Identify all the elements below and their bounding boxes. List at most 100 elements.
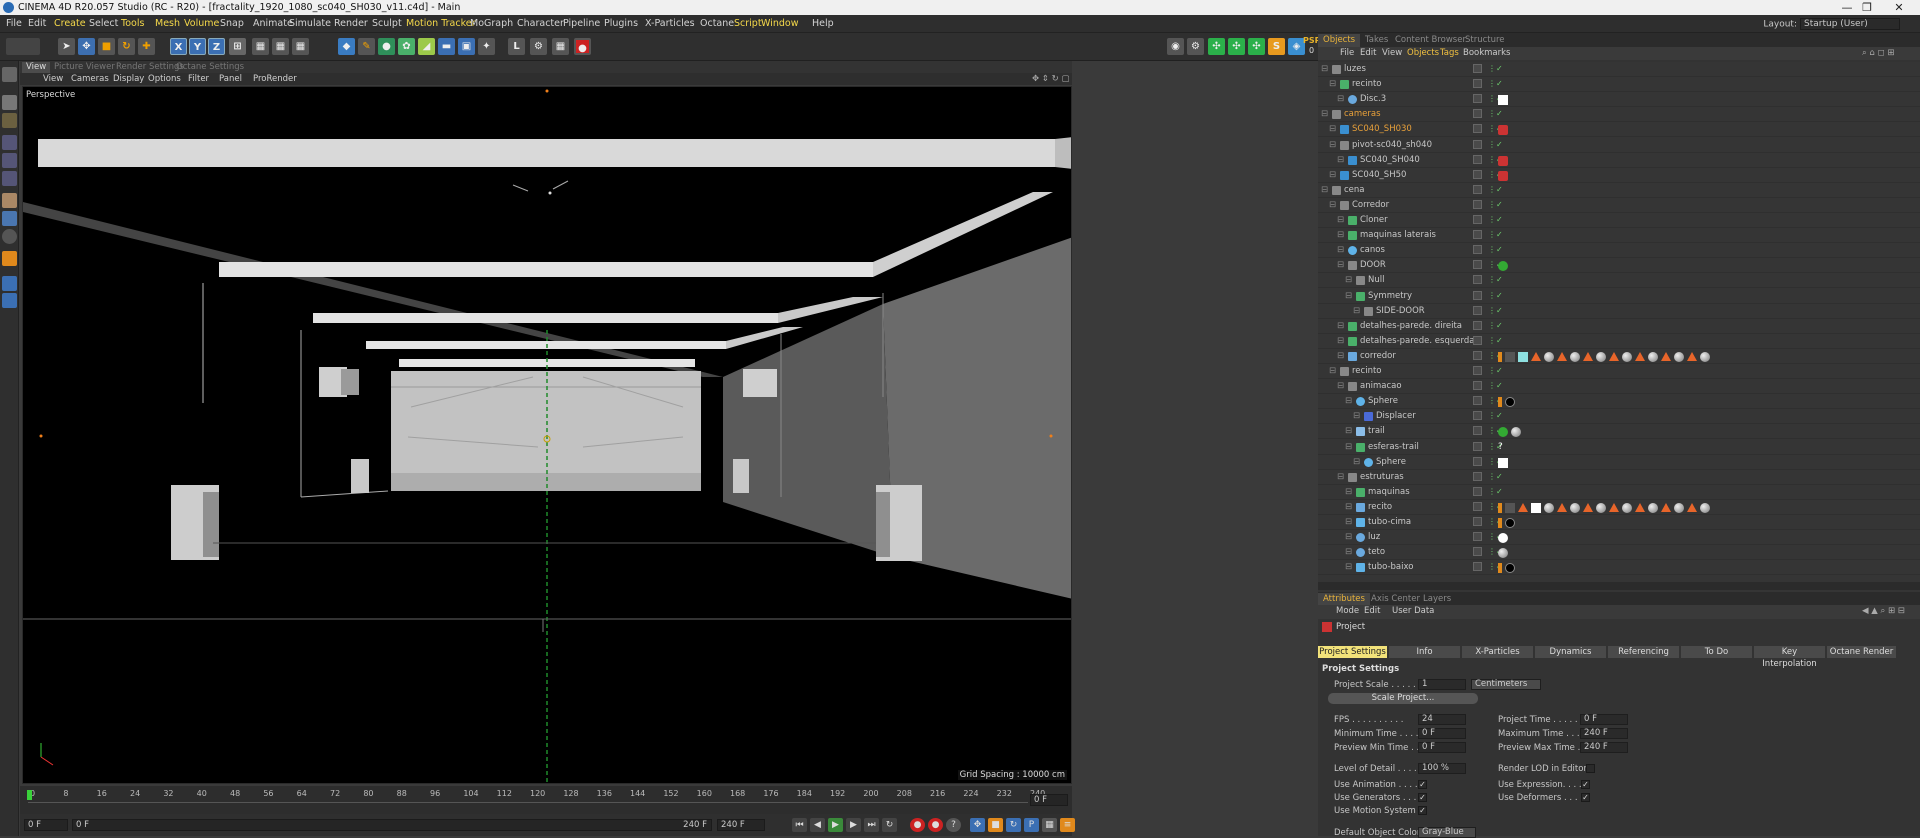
object-row[interactable]: ⊟ Sphere ⋮✓ — [1318, 455, 1920, 470]
recent-tool-icon[interactable]: ✚ — [138, 38, 155, 55]
object-name[interactable]: recinto — [1352, 366, 1382, 376]
ptab-project-settings[interactable]: Project Settings — [1318, 646, 1388, 658]
layout-selector[interactable]: Layout: Startup (User) — [1763, 18, 1900, 30]
octane-render-icon[interactable]: ● — [574, 38, 591, 55]
level-of-detail-field[interactable]: 100 % — [1418, 763, 1466, 774]
menu-edit[interactable]: Edit — [28, 18, 46, 29]
snap-enable-icon[interactable] — [2, 211, 17, 226]
object-name[interactable]: detalhes-parede. direita — [1360, 321, 1462, 331]
phong-tag-icon[interactable] — [1498, 351, 1502, 362]
object-name[interactable]: esferas-trail — [1368, 442, 1419, 452]
object-name[interactable]: Disc.3 — [1360, 94, 1386, 104]
texture-tag-icon[interactable] — [1635, 502, 1645, 512]
menu-character[interactable]: Character — [517, 18, 564, 29]
object-row[interactable]: ⊟ SC040_SH040 ⋮✓ — [1318, 153, 1920, 168]
menu-script[interactable]: Script — [734, 18, 762, 29]
menu-mograph[interactable]: MoGraph — [470, 18, 513, 29]
render-lod-checkbox[interactable] — [1586, 764, 1595, 773]
visibility-toggle-icon[interactable]: ⋮✓ — [1488, 291, 1503, 300]
tags-area[interactable] — [1498, 95, 1511, 106]
expand-toggle-icon[interactable]: ⊟ — [1345, 275, 1352, 285]
object-name[interactable]: Null — [1368, 275, 1384, 285]
cloner-icon[interactable]: ✿ — [398, 38, 415, 55]
attr-menu-mode[interactable]: Mode — [1336, 606, 1359, 616]
menu-snap[interactable]: Snap — [220, 18, 244, 29]
om-menu-edit[interactable]: Edit — [1360, 48, 1376, 58]
grid-workplane-icon[interactable] — [2, 276, 17, 291]
project-scale-field[interactable]: 1 — [1418, 679, 1466, 690]
object-row[interactable]: ⊟ corredor ⋮✓ — [1318, 349, 1920, 364]
tab-takes[interactable]: Takes — [1360, 34, 1393, 47]
tags-area[interactable] — [1498, 518, 1518, 528]
key-position-icon[interactable]: ✥ — [970, 818, 985, 832]
ptab-info[interactable]: Info — [1389, 646, 1461, 658]
viewport-menu-cameras[interactable]: Cameras — [71, 74, 109, 84]
object-name[interactable]: teto — [1368, 547, 1385, 557]
scale-tool-icon[interactable]: ■ — [98, 38, 115, 55]
expand-toggle-icon[interactable]: ⊟ — [1337, 336, 1344, 346]
object-row[interactable]: ⊟ DOOR ⋮✓ — [1318, 258, 1920, 274]
visibility-toggle-icon[interactable]: ⋮✓ — [1488, 200, 1503, 209]
om-menu-view[interactable]: View — [1382, 48, 1402, 58]
expand-toggle-icon[interactable]: ⊟ — [1345, 532, 1352, 542]
visibility-toggle-icon[interactable]: ⋮✓ — [1488, 411, 1503, 420]
preview-range-slider[interactable]: 0 F 240 F — [72, 819, 712, 831]
material-tag-icon[interactable] — [1674, 351, 1684, 362]
expand-toggle-icon[interactable]: ⊟ — [1329, 79, 1336, 89]
object-row[interactable]: ⊟ luz ⋮✓ — [1318, 530, 1920, 546]
object-name[interactable]: detalhes-parede. esquerda — [1360, 336, 1474, 346]
tab-content-browser[interactable]: Content Browser — [1390, 34, 1471, 47]
preview-max-time-field[interactable]: 240 F — [1580, 742, 1628, 753]
timeline-ruler[interactable]: 0 8 16 24 32 40 48 56 64 72 80 88 96 104 112 120 128 136 1… — [20, 786, 1072, 814]
object-row[interactable]: ⊟ detalhes-parede. direita ⋮✓ — [1318, 319, 1920, 334]
menu-plugins[interactable]: Plugins — [604, 18, 638, 29]
unknown-tag-icon[interactable]: ? — [1498, 442, 1508, 453]
ptab-to-do[interactable]: To Do — [1681, 646, 1753, 658]
expand-toggle-icon[interactable]: ⊟ — [1345, 502, 1352, 512]
layer-swatch[interactable] — [1473, 411, 1482, 421]
undo-redo-icon[interactable] — [6, 38, 40, 55]
tags-area[interactable] — [1498, 563, 1518, 574]
material-tag-icon[interactable] — [1544, 351, 1554, 362]
key-scale-icon[interactable]: ■ — [988, 818, 1003, 832]
texture-tag-icon[interactable] — [1518, 502, 1528, 512]
workplane-icon[interactable]: ▦ — [552, 38, 569, 55]
tab-picture-viewer[interactable]: Picture Viewer — [50, 62, 119, 73]
project-time-field[interactable]: 0 F — [1580, 714, 1628, 725]
object-name[interactable]: Sphere — [1368, 396, 1398, 406]
visibility-toggle-icon[interactable]: ⋮✓ — [1488, 215, 1503, 224]
material-tag-icon[interactable] — [1596, 351, 1606, 362]
phong-tag-icon[interactable] — [1498, 397, 1502, 408]
expand-toggle-icon[interactable]: ⊟ — [1345, 426, 1352, 436]
z-axis-lock[interactable]: Z — [208, 38, 225, 55]
expand-toggle-icon[interactable]: ⊟ — [1329, 200, 1336, 210]
menu-octane[interactable]: Octane — [700, 18, 734, 29]
texture-tag-icon[interactable] — [1583, 351, 1593, 361]
expand-toggle-icon[interactable]: ⊟ — [1337, 155, 1344, 165]
display-mode-icon[interactable]: L — [508, 38, 525, 55]
material-tag-icon[interactable] — [1674, 502, 1684, 513]
cube-icon[interactable]: ◆ — [338, 38, 355, 55]
camera-tag-icon[interactable] — [1498, 125, 1508, 136]
expand-toggle-icon[interactable]: ⊟ — [1337, 94, 1344, 104]
ptab-x-particles[interactable]: X-Particles — [1462, 646, 1534, 658]
key-param-icon[interactable]: P — [1024, 818, 1039, 832]
tags-area[interactable]: ? — [1498, 442, 1511, 453]
expand-toggle-icon[interactable]: ⊟ — [1321, 185, 1328, 195]
menu-select[interactable]: Select — [89, 18, 118, 29]
object-row[interactable]: ⊟ luzes ⋮✓ — [1318, 62, 1920, 77]
menu-pipeline[interactable]: Pipeline — [563, 18, 600, 29]
visibility-toggle-icon[interactable]: ⋮✓ — [1488, 79, 1503, 88]
scale-project-button[interactable]: Scale Project... — [1328, 693, 1478, 704]
tags-area[interactable] — [1498, 170, 1511, 181]
select-arrow-icon[interactable]: ➤ — [58, 38, 75, 55]
object-name[interactable]: cameras — [1344, 109, 1381, 119]
expand-toggle-icon[interactable]: ⊟ — [1337, 215, 1344, 225]
texture-tag-icon[interactable] — [1557, 351, 1567, 361]
layer-swatch[interactable] — [1473, 335, 1482, 345]
menu-file[interactable]: File — [6, 18, 22, 29]
object-row[interactable]: ⊟ maquinas ⋮✓ — [1318, 485, 1920, 500]
expand-toggle-icon[interactable]: ⊟ — [1345, 562, 1352, 572]
material-tag-icon[interactable] — [1622, 502, 1632, 513]
material-tag-icon[interactable] — [1648, 351, 1658, 362]
